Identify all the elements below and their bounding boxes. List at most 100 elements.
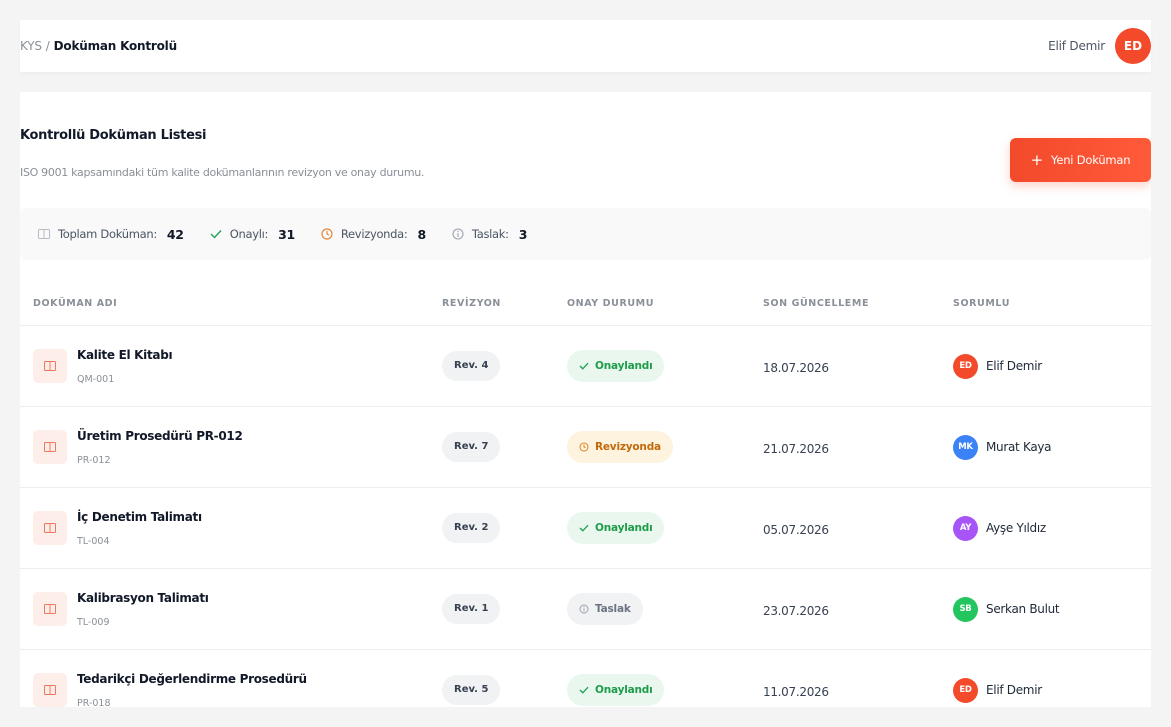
stat-revision: Revizyonda: 8: [321, 227, 426, 242]
breadcrumb-root[interactable]: KYS: [20, 39, 42, 53]
cell-status: Onaylandı: [567, 512, 763, 544]
avatar: AY: [953, 515, 978, 541]
info-icon: [452, 228, 464, 240]
document-code: PR-018: [77, 697, 111, 708]
document-name[interactable]: Kalibrasyon Talimatı: [77, 591, 209, 605]
cell-updated: 18.07.2026: [763, 357, 953, 376]
document-text: Kalibrasyon Talimatı TL-009: [77, 591, 209, 628]
document-icon: [33, 349, 67, 383]
status-label: Onaylandı: [595, 684, 653, 696]
column-header-revision[interactable]: REVİZYON: [442, 298, 567, 309]
owner: AY Ayşe Yıldız: [953, 515, 1151, 541]
document-text: Tedarikçi Değerlendirme Prosedürü PR-018: [77, 672, 307, 708]
column-header-status[interactable]: ONAY DURUMU: [567, 298, 763, 309]
document-name[interactable]: Tedarikçi Değerlendirme Prosedürü: [77, 672, 307, 686]
check-icon: [579, 524, 589, 532]
updated-date: 11.07.2026: [763, 684, 829, 699]
revision-badge: Rev. 5: [442, 675, 501, 705]
updated-date: 21.07.2026: [763, 441, 829, 456]
breadcrumb-separator: /: [45, 39, 50, 53]
cell-document: Tedarikçi Değerlendirme Prosedürü PR-018: [20, 672, 442, 708]
check-icon: [210, 228, 222, 240]
avatar: ED: [953, 353, 978, 379]
breadcrumb-current: Doküman Kontrolü: [53, 39, 177, 53]
cell-updated: 21.07.2026: [763, 438, 953, 457]
table-row[interactable]: Üretim Prosedürü PR-012 PR-012 Rev. 7 Reviz…: [20, 407, 1151, 488]
avatar: SB: [953, 596, 978, 622]
new-document-label: Yeni Doküman: [1051, 153, 1131, 167]
cell-owner: ED Elif Demir: [953, 677, 1151, 703]
document-name[interactable]: Kalite El Kitabı: [77, 348, 173, 362]
status-badge: Revizyonda: [567, 431, 673, 463]
avatar: ED: [953, 677, 978, 703]
status-badge: Onaylandı: [567, 512, 665, 544]
document-text: Üretim Prosedürü PR-012 PR-012: [77, 429, 243, 466]
document-name[interactable]: İç Denetim Talimatı: [77, 510, 202, 524]
status-label: Onaylandı: [595, 360, 653, 372]
top-header: KYS / Doküman Kontrolü Elif Demir ED: [20, 20, 1151, 72]
status-label: Onaylandı: [595, 522, 653, 534]
stats-bar: Toplam Doküman: 42 Onaylı: 31 Revizyonda…: [20, 208, 1151, 260]
document-icon: [38, 228, 50, 240]
cell-status: Onaylandı: [567, 350, 763, 382]
new-document-button[interactable]: + Yeni Doküman: [1010, 138, 1151, 182]
cell-status: Onaylandı: [567, 674, 763, 706]
cell-revision: Rev. 4: [442, 351, 567, 381]
owner: SB Serkan Bulut: [953, 596, 1151, 622]
document-code: TL-004: [77, 535, 110, 547]
revision-badge: Rev. 4: [442, 351, 501, 381]
cell-revision: Rev. 5: [442, 675, 567, 705]
document-cell: Kalibrasyon Talimatı TL-009: [33, 591, 442, 628]
status-label: Revizyonda: [595, 441, 661, 453]
avatar[interactable]: ED: [1115, 28, 1151, 64]
owner-name: Serkan Bulut: [986, 602, 1060, 616]
document-text: İç Denetim Talimatı TL-004: [77, 510, 202, 547]
table-row[interactable]: Kalite El Kitabı QM-001 Rev. 4 Onaylandı 18.…: [20, 326, 1151, 407]
document-cell: Üretim Prosedürü PR-012 PR-012: [33, 429, 442, 466]
document-cell: Kalite El Kitabı QM-001: [33, 348, 442, 385]
document-cell: İç Denetim Talimatı TL-004: [33, 510, 442, 547]
stat-total: Toplam Doküman: 42: [38, 227, 184, 242]
document-icon: [33, 430, 67, 464]
documents-table: DOKÜMAN ADI REVİZYON ONAY DURUMU SON GÜN…: [20, 282, 1151, 707]
table-row[interactable]: İç Denetim Talimatı TL-004 Rev. 2 Onaylandı…: [20, 488, 1151, 569]
stat-value: 42: [166, 226, 184, 242]
cell-status: Taslak: [567, 593, 763, 625]
document-code: QM-001: [77, 373, 115, 385]
table-body: Kalite El Kitabı QM-001 Rev. 4 Onaylandı 18.…: [20, 326, 1151, 707]
cell-document: Kalite El Kitabı QM-001: [20, 348, 442, 385]
revision-badge: Rev. 1: [442, 594, 501, 624]
user-name: Elif Demir: [1048, 39, 1105, 53]
owner-name: Ayşe Yıldız: [986, 521, 1046, 535]
owner: ED Elif Demir: [953, 677, 1151, 703]
page-subtitle: ISO 9001 kapsamındaki tüm kalite doküman…: [20, 166, 425, 179]
stat-label: Revizyonda:: [340, 227, 408, 241]
revision-badge: Rev. 7: [442, 432, 501, 462]
user-menu[interactable]: Elif Demir ED: [1048, 20, 1151, 72]
table-row[interactable]: Tedarikçi Değerlendirme Prosedürü PR-018 R…: [20, 650, 1151, 707]
clock-icon: [321, 228, 333, 240]
cell-owner: MK Murat Kaya: [953, 434, 1151, 460]
cell-revision: Rev. 2: [442, 513, 567, 543]
column-header-updated[interactable]: SON GÜNCELLEME: [763, 298, 953, 309]
table-row[interactable]: Kalibrasyon Talimatı TL-009 Rev. 1 Taslak 23…: [20, 569, 1151, 650]
cell-updated: 11.07.2026: [763, 681, 953, 700]
stat-label: Taslak:: [471, 227, 509, 241]
clock-icon: [579, 442, 589, 452]
document-name[interactable]: Üretim Prosedürü PR-012: [77, 429, 243, 443]
stat-value: 8: [417, 226, 427, 242]
cell-updated: 05.07.2026: [763, 519, 953, 538]
cell-document: Üretim Prosedürü PR-012 PR-012: [20, 429, 442, 466]
column-header-owner[interactable]: SORUMLU: [953, 298, 1151, 309]
status-badge: Taslak: [567, 593, 643, 625]
revision-badge: Rev. 2: [442, 513, 501, 543]
document-icon: [33, 673, 67, 707]
main-content: Kontrollü Doküman Listesi ISO 9001 kapsa…: [20, 92, 1151, 707]
status-badge: Onaylandı: [567, 674, 665, 706]
column-header-name[interactable]: DOKÜMAN ADI: [20, 298, 442, 309]
cell-owner: SB Serkan Bulut: [953, 596, 1151, 622]
updated-date: 18.07.2026: [763, 360, 829, 375]
cell-document: Kalibrasyon Talimatı TL-009: [20, 591, 442, 628]
updated-date: 05.07.2026: [763, 522, 829, 537]
document-cell: Tedarikçi Değerlendirme Prosedürü PR-018: [33, 672, 442, 708]
